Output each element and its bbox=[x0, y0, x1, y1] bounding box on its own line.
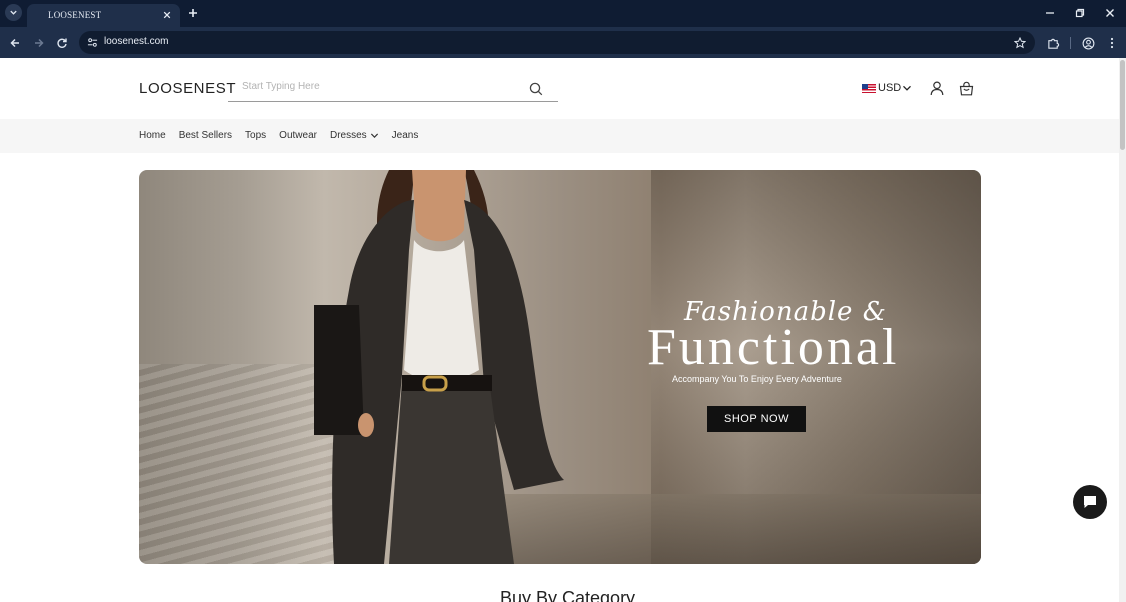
restore-icon bbox=[1075, 8, 1085, 18]
tab-title: LOOSENEST bbox=[48, 10, 102, 20]
profile-button[interactable] bbox=[1080, 35, 1096, 51]
chevron-down-icon bbox=[370, 133, 378, 138]
nav-item-label: Tops bbox=[245, 130, 267, 141]
new-tab-button[interactable] bbox=[186, 6, 200, 20]
search-icon bbox=[529, 82, 543, 96]
nav-item-best-sellers[interactable]: Best Sellers bbox=[179, 130, 232, 141]
toolbar-separator bbox=[1070, 37, 1071, 49]
close-icon bbox=[163, 11, 171, 19]
live-chat-button[interactable] bbox=[1073, 485, 1107, 519]
close-icon bbox=[1106, 9, 1114, 17]
tab-search-button[interactable] bbox=[5, 4, 22, 21]
shopping-bag-icon bbox=[959, 81, 973, 96]
nav-item-jeans[interactable]: Jeans bbox=[392, 130, 419, 141]
kebab-menu-icon bbox=[1110, 37, 1114, 49]
category-section-title: Buy By Category bbox=[500, 588, 636, 602]
account-button[interactable] bbox=[929, 80, 945, 97]
plus-icon bbox=[189, 9, 197, 17]
search-input[interactable] bbox=[242, 81, 522, 92]
web-page: LOOSENEST USD Home Best Sellers Tops Out… bbox=[0, 58, 1119, 602]
cart-button[interactable] bbox=[958, 80, 974, 97]
bookmark-button[interactable] bbox=[1012, 35, 1027, 50]
close-window-button[interactable] bbox=[1102, 6, 1118, 20]
chat-icon bbox=[1084, 496, 1096, 508]
nav-item-outwear[interactable]: Outwear bbox=[279, 130, 317, 141]
browser-menu-button[interactable] bbox=[1104, 35, 1120, 51]
profile-icon bbox=[1082, 37, 1094, 49]
nav-item-dresses[interactable]: Dresses bbox=[330, 130, 379, 141]
shop-now-button[interactable]: SHOP NOW bbox=[707, 406, 806, 432]
currency-label: USD bbox=[878, 82, 902, 94]
nav-item-tops[interactable]: Tops bbox=[245, 130, 266, 141]
forward-icon bbox=[35, 38, 44, 48]
reload-icon bbox=[57, 38, 67, 48]
nav-item-label: Outwear bbox=[279, 130, 317, 141]
hero-banner[interactable]: Fashionable & Functional Accompany You T… bbox=[139, 170, 981, 564]
chevron-down-icon bbox=[903, 85, 912, 91]
restore-button[interactable] bbox=[1072, 6, 1088, 20]
nav-item-label: Home bbox=[139, 130, 166, 141]
back-icon bbox=[10, 38, 19, 48]
search-button[interactable] bbox=[528, 81, 544, 97]
main-navigation: Home Best Sellers Tops Outwear Dresses J… bbox=[0, 119, 1119, 153]
reload-button[interactable] bbox=[54, 35, 70, 51]
nav-item-label: Dresses bbox=[329, 130, 367, 141]
site-info-icon bbox=[87, 38, 98, 47]
star-icon bbox=[1013, 36, 1026, 48]
forward-button[interactable] bbox=[31, 35, 47, 51]
user-icon bbox=[930, 81, 944, 96]
us-flag-icon bbox=[862, 83, 876, 93]
minimize-icon bbox=[1046, 12, 1054, 14]
hero-title: Functional bbox=[647, 319, 900, 376]
extensions-icon bbox=[1047, 38, 1059, 49]
nav-item-label: Best Sellers bbox=[178, 130, 233, 141]
hero-model-image bbox=[314, 170, 564, 564]
nav-item-home[interactable]: Home bbox=[139, 130, 166, 141]
search-bar bbox=[228, 74, 558, 102]
extensions-button[interactable] bbox=[1045, 35, 1061, 51]
tab-close-button[interactable] bbox=[160, 8, 174, 22]
browser-toolbar: loosenest.com bbox=[0, 27, 1126, 58]
chevron-down-icon bbox=[10, 10, 17, 15]
back-button[interactable] bbox=[7, 35, 23, 51]
currency-selector[interactable]: USD bbox=[862, 82, 912, 94]
site-logo[interactable]: LOOSENEST bbox=[139, 80, 236, 97]
browser-tab[interactable]: LOOSENEST bbox=[27, 4, 180, 27]
page-scrollbar[interactable] bbox=[1119, 58, 1126, 602]
scrollbar-thumb[interactable] bbox=[1120, 60, 1125, 150]
nav-item-label: Jeans bbox=[391, 130, 419, 141]
address-bar[interactable]: loosenest.com bbox=[79, 31, 1035, 54]
hero-subtitle: Accompany You To Enjoy Every Adventure bbox=[672, 374, 842, 384]
browser-tab-bar: LOOSENEST bbox=[0, 0, 1126, 27]
url-text: loosenest.com bbox=[104, 36, 169, 47]
site-info-button[interactable] bbox=[85, 35, 100, 50]
minimize-button[interactable] bbox=[1042, 6, 1058, 20]
